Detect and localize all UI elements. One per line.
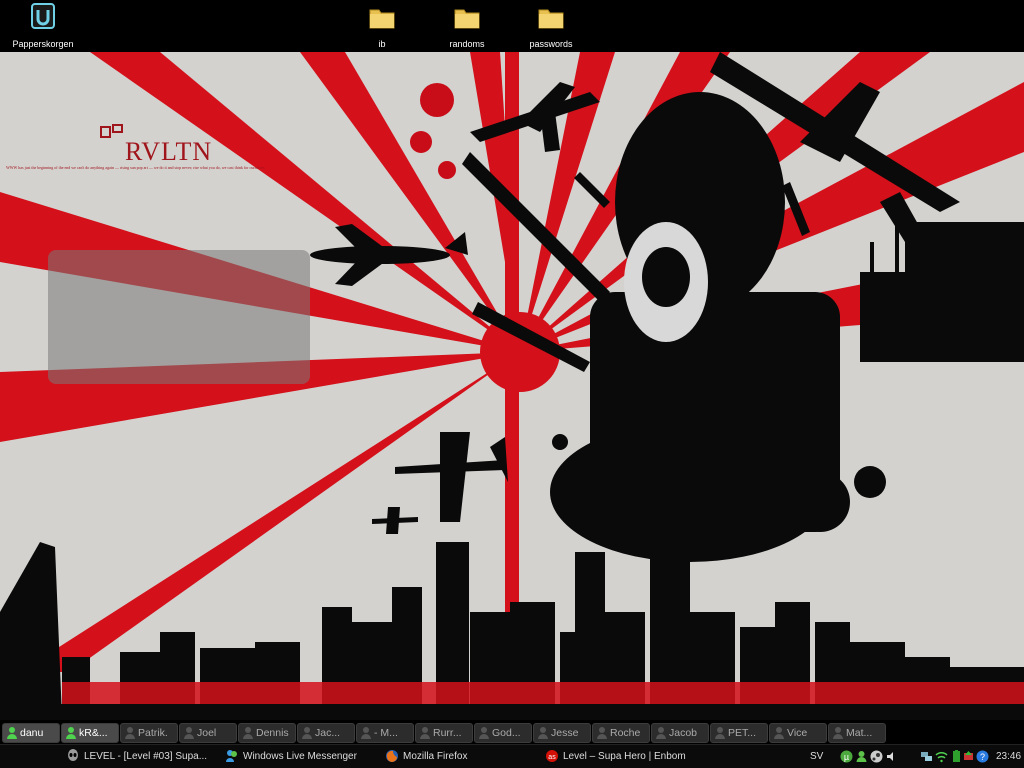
skyscraper-left <box>0 542 62 717</box>
taskbar-button-label: LEVEL - [Level #03] Supa... <box>84 751 208 762</box>
contact-item[interactable]: Patrik. <box>120 723 178 743</box>
contact-name: Jac... <box>315 727 341 739</box>
svg-text:as: as <box>548 754 556 761</box>
desktop-icon-label: passwords <box>529 39 573 49</box>
taskbar-button-messenger[interactable]: Windows Live Messenger <box>225 748 357 766</box>
contact-name: Jacob <box>669 727 698 739</box>
offline-presence-icon <box>479 727 489 740</box>
lastfm-icon: as <box>546 750 558 763</box>
messenger-icon <box>226 750 237 763</box>
contact-name: PET... <box>728 727 757 739</box>
contacts-bar: danu kR&... Patrik. Joel Dennis Jac... -… <box>0 722 1024 744</box>
desktop-icon-bar: Papperskorgen ib randoms passwords <box>0 0 1024 52</box>
contact-name: Patrik. <box>138 727 168 739</box>
red-burst-large <box>420 83 454 117</box>
folder-icon <box>369 9 395 29</box>
offline-presence-icon <box>420 727 430 740</box>
ground-strip <box>0 704 1024 720</box>
contact-item[interactable]: kR&... <box>61 723 119 743</box>
contact-name: kR&... <box>79 727 108 739</box>
folder-icon <box>538 9 564 29</box>
desktop-icon-passwords[interactable]: passwords <box>511 2 591 49</box>
online-presence-icon <box>7 727 17 740</box>
svg-text:?: ? <box>980 752 985 762</box>
contact-item[interactable]: Dennis <box>238 723 296 743</box>
offline-presence-icon <box>538 727 548 740</box>
desktop-icon-label: randoms <box>449 39 485 49</box>
wallpaper-logo-text: RVLTN <box>125 137 213 166</box>
industrial-tower <box>860 202 1024 362</box>
contact-item[interactable]: Jesse <box>533 723 591 743</box>
contact-item[interactable]: Rurr... <box>415 723 473 743</box>
taskbar-button-label: Mozilla Firefox <box>403 751 468 762</box>
taskbar: LEVEL - [Level #03] Supa... Windows Live… <box>0 744 1024 768</box>
desktop-icon-label: Papperskorgen <box>12 39 74 49</box>
wallpaper-tagline: WWW has just the beginning of the end we… <box>6 165 265 170</box>
wifi-icon[interactable] <box>935 750 948 763</box>
contact-name: Rurr... <box>433 727 462 739</box>
contact-name: God... <box>492 727 521 739</box>
offline-presence-icon <box>656 727 666 740</box>
desktop-icon-label: ib <box>378 39 386 49</box>
bomber-plane-middle <box>395 432 508 522</box>
skyline-red-band <box>62 682 1024 704</box>
online-presence-icon <box>66 727 76 740</box>
red-burst-medium <box>410 131 432 153</box>
contact-item[interactable]: God... <box>474 723 532 743</box>
offline-presence-icon <box>774 727 784 740</box>
contact-name: Joel <box>197 727 217 739</box>
contact-item[interactable]: - M... <box>356 723 414 743</box>
network-icon[interactable] <box>920 750 933 763</box>
offline-presence-icon <box>361 727 371 740</box>
winamp-alien-icon <box>68 749 78 762</box>
utorrent-icon[interactable]: µ <box>840 750 853 763</box>
contact-name: Roche <box>610 727 641 739</box>
contact-name: Mat... <box>846 727 873 739</box>
taskbar-button-firefox[interactable]: Mozilla Firefox <box>385 748 467 766</box>
desktop-icon-ib[interactable]: ib <box>342 2 422 49</box>
taskbar-button-label: Level – Supa Hero | Enbom <box>563 751 686 762</box>
contact-name: Jesse <box>551 727 579 739</box>
offline-presence-icon <box>302 727 312 740</box>
clock[interactable]: 23:46 <box>996 748 1021 766</box>
translucent-panel <box>48 250 310 384</box>
contact-item[interactable]: Roche <box>592 723 650 743</box>
contact-name: Vice <box>787 727 808 739</box>
taskbar-button-label: Windows Live Messenger <box>243 751 357 762</box>
offline-presence-icon <box>833 727 843 740</box>
steam-icon[interactable] <box>870 750 883 763</box>
red-burst-small <box>438 161 456 179</box>
messenger-tray-icon[interactable] <box>855 750 868 763</box>
contact-name: - M... <box>374 727 398 739</box>
offline-presence-icon <box>125 727 135 740</box>
recycle-bin-icon <box>31 3 55 29</box>
logo-glyph-icon <box>100 124 123 138</box>
offline-presence-icon <box>243 727 253 740</box>
safe-remove-icon[interactable] <box>962 750 975 763</box>
contact-name: Dennis <box>256 727 289 739</box>
taskbar-button-lastfm[interactable]: as Level – Supa Hero | Enbom <box>545 748 686 766</box>
small-plane-low <box>372 507 418 534</box>
contact-item[interactable]: Joel <box>179 723 237 743</box>
contact-name: danu <box>20 727 44 739</box>
contact-item[interactable]: PET... <box>710 723 768 743</box>
contact-item[interactable]: danu <box>2 723 60 743</box>
help-icon[interactable]: ? <box>976 750 989 763</box>
folder-icon <box>454 9 480 29</box>
contact-item[interactable]: Vice <box>769 723 827 743</box>
offline-presence-icon <box>715 727 725 740</box>
language-indicator[interactable]: SV <box>810 748 823 766</box>
speaker-icon[interactable] <box>885 750 898 763</box>
contact-item[interactable]: Jac... <box>297 723 355 743</box>
svg-text:µ: µ <box>844 752 849 762</box>
offline-presence-icon <box>597 727 607 740</box>
desktop-wallpaper: RVLTN WWW has just the beginning of the … <box>0 52 1024 720</box>
taskbar-button-winamp[interactable]: LEVEL - [Level #03] Supa... <box>66 748 207 766</box>
firefox-icon <box>386 750 398 763</box>
desktop-icon-randoms[interactable]: randoms <box>427 2 507 49</box>
desktop-icon-recycle-bin[interactable]: Papperskorgen <box>3 2 83 49</box>
contact-item[interactable]: Jacob <box>651 723 709 743</box>
contact-item[interactable]: Mat... <box>828 723 886 743</box>
offline-presence-icon <box>184 727 194 740</box>
